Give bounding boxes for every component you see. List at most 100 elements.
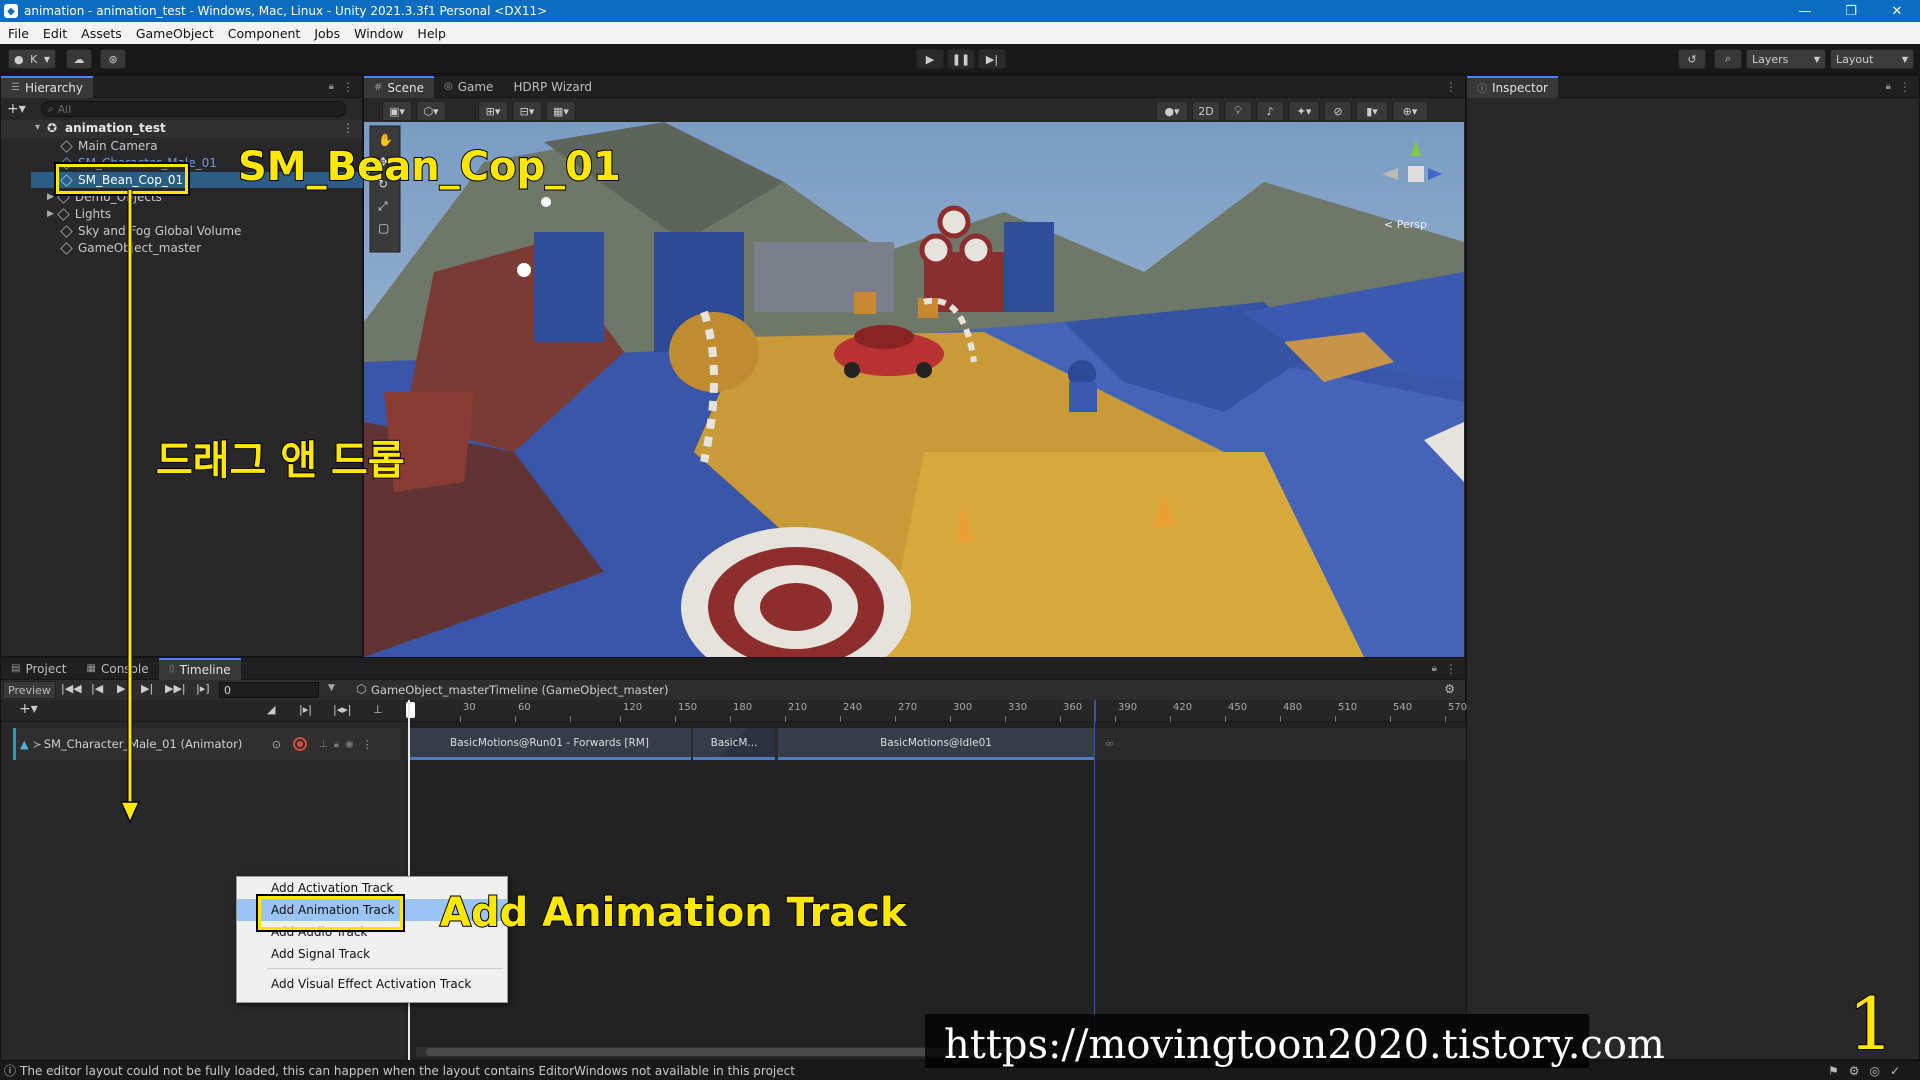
tab-game[interactable]: ◎ Game bbox=[434, 76, 503, 98]
ruler-label: 360 bbox=[1063, 702, 1083, 713]
expand-arrow-icon[interactable]: ▶ bbox=[47, 192, 54, 202]
lock-icon[interactable]: 🔒︎ bbox=[334, 739, 339, 750]
persp-label[interactable]: < Persp bbox=[1384, 218, 1427, 231]
ruler-label: 510 bbox=[1338, 702, 1358, 713]
menu-gameobject[interactable]: GameObject bbox=[136, 26, 214, 41]
menu-window[interactable]: Window bbox=[354, 26, 403, 41]
camera-dropdown[interactable]: ▮▾ bbox=[1356, 101, 1388, 121]
frame-input[interactable]: 0 bbox=[219, 682, 319, 698]
loop-icon[interactable]: |▸] bbox=[196, 682, 210, 695]
more-icon[interactable]: ⋮ bbox=[362, 738, 373, 751]
pin-icon[interactable]: ⊥ bbox=[319, 739, 328, 750]
gear-icon[interactable]: ⚙ bbox=[1444, 682, 1455, 696]
gameobject-icon bbox=[57, 207, 70, 221]
menu-add-signal-track[interactable]: Add Signal Track bbox=[237, 943, 507, 965]
snap-increment-dropdown[interactable]: ⊟▾ bbox=[512, 101, 542, 121]
gamepad-icon: ◎ bbox=[443, 81, 453, 92]
account-dropdown[interactable]: ● K ▼ bbox=[8, 49, 56, 69]
go-start-icon[interactable]: |◀◀ bbox=[61, 682, 82, 695]
tab-scene[interactable]: # Scene bbox=[364, 75, 434, 98]
minimize-button[interactable]: — bbox=[1782, 4, 1828, 19]
menu-separator bbox=[267, 968, 503, 969]
prev-frame-icon[interactable]: |◀ bbox=[91, 682, 103, 695]
draw-mode-dropdown[interactable]: ▣▾ bbox=[382, 101, 412, 121]
shading-dropdown[interactable]: ●▾ bbox=[1156, 101, 1188, 121]
cloud-icon[interactable]: ☁ bbox=[66, 49, 92, 69]
clip-blend[interactable]: BasicM... bbox=[693, 728, 775, 760]
add-track-icon[interactable]: +▾ bbox=[19, 701, 38, 717]
menu-edit[interactable]: Edit bbox=[43, 26, 67, 41]
animation-track-header[interactable]: ▲ ≻ SM_Character_Male_01 (Animator) ⊙ ⊥ … bbox=[13, 728, 401, 760]
timeline-ruler[interactable]: 30 60 120 150 180 210 240 270 300 330 36… bbox=[406, 700, 1467, 722]
menu-help[interactable]: Help bbox=[417, 26, 446, 41]
tab-project[interactable]: ▤ Project bbox=[1, 658, 77, 680]
tab-hdrp-wizard[interactable]: HDRP Wizard bbox=[503, 76, 602, 98]
step-number: 1 bbox=[1847, 981, 1895, 1067]
layout-dropdown[interactable]: Layout ▼ bbox=[1830, 49, 1914, 69]
chevron-down-icon[interactable]: ▼ bbox=[328, 683, 335, 693]
record-button[interactable] bbox=[292, 737, 307, 751]
clip-run[interactable]: BasicMotions@Run01 - Forwards [RM] bbox=[408, 728, 691, 760]
tab-timeline[interactable]: ⌷ Timeline bbox=[158, 657, 241, 680]
lock-icon[interactable]: 🔒︎ bbox=[329, 81, 334, 92]
more-icon[interactable]: ⋮ bbox=[1445, 662, 1457, 676]
lock-icon[interactable]: 🔒︎ bbox=[1432, 663, 1437, 674]
menu-assets[interactable]: Assets bbox=[81, 26, 122, 41]
scene-viewport[interactable]: ✋ ✥ ↻ ⤢ ▢ < Persp bbox=[364, 122, 1464, 657]
grid-visibility-dropdown[interactable]: ▦▾ bbox=[546, 101, 576, 121]
render-mode-dropdown[interactable]: ⬡▾ bbox=[416, 101, 446, 121]
expand-arrow-icon[interactable]: ▾ bbox=[35, 122, 40, 133]
clip-idle[interactable]: BasicMotions@Idle01 bbox=[778, 728, 1094, 760]
grid-snap-dropdown[interactable]: ⊞▾ bbox=[478, 101, 508, 121]
add-icon[interactable]: +▾ bbox=[7, 101, 26, 117]
hierarchy-item-gameobject-master[interactable]: GameObject_master bbox=[1, 240, 201, 256]
pause-button[interactable]: ❚❚ bbox=[947, 49, 975, 69]
more-icon[interactable]: ⋮ bbox=[1899, 80, 1911, 94]
hidden-objects-icon[interactable]: ⊘ bbox=[1324, 101, 1352, 121]
audio-toggle-icon[interactable]: ♪ bbox=[1256, 101, 1284, 121]
layers-label: Layers bbox=[1752, 52, 1789, 66]
history-icon[interactable]: ↺ bbox=[1678, 49, 1706, 69]
effects-dropdown[interactable]: ✦▾ bbox=[1288, 101, 1320, 121]
eye-icon[interactable]: ◉ bbox=[345, 739, 354, 750]
expand-arrow-icon[interactable]: ▶ bbox=[47, 209, 54, 219]
layers-dropdown[interactable]: Layers ▼ bbox=[1746, 49, 1826, 69]
timeline-breadcrumb[interactable]: GameObject_masterTimeline (GameObject_ma… bbox=[371, 683, 669, 697]
step-button[interactable]: ▶| bbox=[978, 49, 1006, 69]
tab-hierarchy[interactable]: ☰ Hierarchy bbox=[1, 75, 93, 98]
lighting-toggle-icon[interactable]: 💡︎ bbox=[1224, 101, 1252, 121]
timeline-transport: Preview |◀◀ |◀ ▶ ▶| ▶▶| |▸] 0 ▼ ⬡ GameOb… bbox=[1, 680, 1465, 700]
ripple-icon[interactable]: |▸| bbox=[299, 703, 312, 716]
hierarchy-item-main-camera[interactable]: Main Camera bbox=[1, 138, 158, 154]
more-icon[interactable]: ⋮ bbox=[1445, 80, 1457, 94]
maximize-button[interactable]: ❐ bbox=[1828, 4, 1874, 19]
replace-icon[interactable]: |◂▸| bbox=[333, 703, 351, 716]
track-name: SM_Character_Male_01 (Animator) bbox=[43, 737, 243, 751]
search-icon[interactable]: ⌕ bbox=[1714, 49, 1742, 69]
ruler-label: 420 bbox=[1173, 702, 1193, 713]
clip-edit-mode-icon[interactable]: ◢ bbox=[267, 703, 275, 716]
close-button[interactable]: ✕ bbox=[1874, 4, 1920, 19]
gameobject-icon bbox=[60, 224, 73, 238]
object-picker-icon[interactable]: ⊙ bbox=[272, 738, 281, 751]
scene-root-row[interactable]: ▾ ✪ animation_test ⋮ bbox=[1, 120, 362, 138]
more-icon[interactable]: ⋮ bbox=[342, 121, 354, 135]
more-icon[interactable]: ⋮ bbox=[342, 80, 354, 94]
toggle-2d-button[interactable]: 2D bbox=[1192, 101, 1220, 121]
play-button[interactable]: ▶ bbox=[916, 49, 944, 69]
marker-icon[interactable]: ⊥ bbox=[373, 703, 383, 716]
lock-icon[interactable]: 🔒︎ bbox=[1886, 81, 1891, 92]
gizmos-dropdown[interactable]: ⊕▾ bbox=[1392, 101, 1428, 121]
preview-button[interactable]: Preview bbox=[3, 681, 56, 699]
end-marker[interactable] bbox=[1094, 700, 1096, 722]
ruler-label: 480 bbox=[1283, 702, 1303, 713]
collab-icon[interactable]: ⊛ bbox=[100, 49, 126, 69]
hierarchy-search-input[interactable]: ⌕ All bbox=[41, 101, 346, 117]
menu-file[interactable]: File bbox=[8, 26, 29, 41]
go-end-icon[interactable]: ▶▶| bbox=[165, 682, 186, 695]
tab-inspector[interactable]: ⓘ Inspector bbox=[1467, 75, 1558, 98]
hierarchy-item-lights[interactable]: ▶ Lights bbox=[1, 206, 111, 222]
menu-add-vfx-activation-track[interactable]: Add Visual Effect Activation Track bbox=[237, 973, 507, 995]
menu-component[interactable]: Component bbox=[228, 26, 301, 41]
menu-jobs[interactable]: Jobs bbox=[314, 26, 340, 41]
